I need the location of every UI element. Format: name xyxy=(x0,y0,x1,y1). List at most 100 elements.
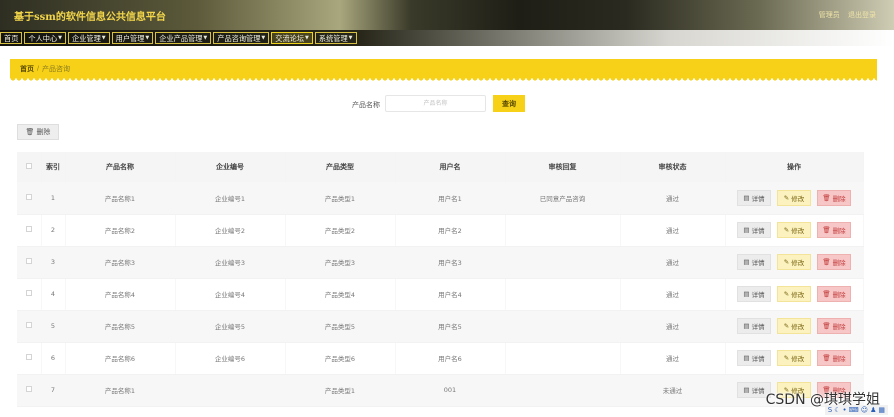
delete-button[interactable]: 🗑 删除 xyxy=(817,350,851,366)
chevron-down-icon: ▼ xyxy=(58,34,63,41)
delete-button[interactable]: 🗑 删除 xyxy=(817,254,851,270)
cell-reply xyxy=(505,342,621,375)
pencil-icon: ✎ xyxy=(783,258,790,266)
search-button[interactable]: 查询 xyxy=(493,95,525,112)
ime-icon[interactable]: S xyxy=(828,406,832,414)
select-all-checkbox[interactable] xyxy=(25,163,32,169)
cell-user: 用户名3 xyxy=(395,246,506,279)
breadcrumb-separator: / xyxy=(37,65,40,72)
cell-user: 用户名4 xyxy=(395,278,506,311)
delete-button-label: 删除 xyxy=(832,291,846,299)
person-icon[interactable]: ☺ xyxy=(861,406,868,414)
cell-index: 5 xyxy=(41,310,66,343)
nav-item-3[interactable]: 用户管理 ▼ xyxy=(111,32,154,44)
nav-item-5[interactable]: 产品咨询管理 ▼ xyxy=(213,32,270,44)
nav-item-2[interactable]: 企业管理 ▼ xyxy=(68,32,110,44)
cell-company: 企业编号4 xyxy=(175,278,286,311)
nav-item-1[interactable]: 个人中心 ▼ xyxy=(24,32,67,44)
row-select-cell xyxy=(17,278,42,311)
column-header: 企业编号 xyxy=(175,152,286,182)
cell-status: 未通过 xyxy=(620,374,726,407)
row-actions-cell: ▤ 详情 ✎ 修改 🗑 删除 xyxy=(725,214,864,247)
product-name-search-input[interactable] xyxy=(385,95,486,112)
grid-icon[interactable]: ▦ xyxy=(878,406,885,414)
row-select-cell xyxy=(17,182,42,215)
row-actions-cell: ▤ 详情 ✎ 修改 🗑 删除 xyxy=(725,182,864,215)
delete-button-label: 删除 xyxy=(832,355,846,363)
list-icon: ▤ xyxy=(743,322,750,330)
nav-item-6[interactable]: 交流论坛 ▼ xyxy=(271,32,313,44)
chevron-down-icon: ▼ xyxy=(348,34,353,41)
shirt-icon[interactable]: ♟ xyxy=(870,406,876,414)
nav-item-label: 个人中心 xyxy=(28,33,58,43)
edit-button[interactable]: ✎ 修改 xyxy=(777,189,811,206)
nav-item-4[interactable]: 企业产品管理 ▼ xyxy=(155,32,212,44)
main-nav: 首页 个人中心 ▼ 企业管理 ▼ 用户管理 ▼ 企业产品管理 ▼ 产品咨询管理 ▼ 交流论坛 ▼ 系统管理… xyxy=(0,30,894,46)
row-select-cell xyxy=(17,342,42,375)
cell-user: 001 xyxy=(395,374,506,407)
detail-button[interactable]: ▤ 详情 xyxy=(737,318,771,334)
app-title: 基于ssm的软件信息公共信息平台 xyxy=(14,12,166,23)
pencil-icon: ✎ xyxy=(783,322,790,330)
detail-button[interactable]: ▤ 详情 xyxy=(737,189,771,206)
row-select-cell xyxy=(17,214,42,247)
edit-button[interactable]: ✎ 修改 xyxy=(777,318,811,334)
row-checkbox[interactable] xyxy=(25,290,32,296)
cell-status: 通过 xyxy=(620,342,726,375)
edit-button[interactable]: ✎ 修改 xyxy=(777,222,811,238)
dot-icon[interactable]: • xyxy=(843,406,847,414)
edit-button[interactable]: ✎ 修改 xyxy=(777,254,811,270)
detail-button[interactable]: ▤ 详情 xyxy=(737,350,771,366)
row-checkbox[interactable] xyxy=(25,193,32,200)
row-actions-cell: ▤ 详情 ✎ 修改 🗑 删除 xyxy=(725,310,864,343)
delete-button[interactable]: 🗑 删除 xyxy=(817,222,851,238)
list-icon: ▤ xyxy=(743,193,750,202)
delete-button-label: 删除 xyxy=(832,323,846,331)
cell-status: 通过 xyxy=(620,278,726,311)
nav-item-label: 首页 xyxy=(4,33,19,43)
trash-icon: 🗑 xyxy=(822,226,831,234)
nav-item-0[interactable]: 首页 xyxy=(0,32,23,44)
delete-button[interactable]: 🗑 删除 xyxy=(817,189,851,206)
cell-status: 通过 xyxy=(620,214,726,247)
row-checkbox[interactable] xyxy=(25,226,32,232)
detail-button-label: 详情 xyxy=(751,227,765,235)
cell-index: 6 xyxy=(41,342,66,375)
table-row: 2 产品名称2 企业编号2 产品类型2 用户名2 通过 ▤ 详情 ✎ 修改 🗑 删除 xyxy=(17,214,864,247)
nav-item-label: 企业产品管理 xyxy=(159,33,203,43)
batch-delete-button[interactable]: 🗑 删除 xyxy=(17,124,59,140)
row-checkbox[interactable] xyxy=(25,258,32,264)
edit-button-label: 修改 xyxy=(791,291,805,299)
cell-type: 产品类型6 xyxy=(285,342,396,375)
edit-button-label: 修改 xyxy=(791,323,805,331)
cell-status: 通过 xyxy=(620,246,726,279)
edit-button[interactable]: ✎ 修改 xyxy=(777,286,811,302)
row-checkbox[interactable] xyxy=(25,354,32,360)
row-checkbox[interactable] xyxy=(25,386,32,392)
detail-button-label: 详情 xyxy=(751,355,765,363)
list-icon: ▤ xyxy=(743,258,750,266)
cell-product: 产品名称1 xyxy=(65,374,176,407)
row-actions-cell: ▤ 详情 ✎ 修改 🗑 删除 xyxy=(725,246,864,279)
logout-link[interactable]: 退出登录 xyxy=(848,11,876,19)
app-header: 基于ssm的软件信息公共信息平台 管理员 退出登录 xyxy=(0,0,894,30)
edit-button[interactable]: ✎ 修改 xyxy=(777,350,811,366)
detail-button[interactable]: ▤ 详情 xyxy=(737,286,771,302)
keyboard-icon[interactable]: ⌨ xyxy=(849,406,859,414)
select-all-header[interactable] xyxy=(17,152,42,182)
breadcrumb-home[interactable]: 首页 xyxy=(20,64,34,74)
pencil-icon: ✎ xyxy=(783,226,790,234)
nav-item-7[interactable]: 系统管理 ▼ xyxy=(314,32,357,44)
delete-button[interactable]: 🗑 删除 xyxy=(817,318,851,334)
row-checkbox[interactable] xyxy=(25,322,32,328)
detail-button[interactable]: ▤ 详情 xyxy=(737,222,771,238)
user-label[interactable]: 管理员 xyxy=(819,11,840,19)
detail-button[interactable]: ▤ 详情 xyxy=(737,254,771,270)
detail-button-label: 详情 xyxy=(751,259,765,267)
table-row: 6 产品名称6 企业编号6 产品类型6 用户名6 通过 ▤ 详情 ✎ 修改 🗑 删除 xyxy=(17,342,864,375)
delete-button[interactable]: 🗑 删除 xyxy=(817,286,851,302)
nav-item-label: 企业管理 xyxy=(72,33,101,43)
column-header: 审核状态 xyxy=(620,152,726,182)
moon-icon[interactable]: ☾ xyxy=(834,406,840,414)
column-header: 产品类型 xyxy=(285,152,396,182)
